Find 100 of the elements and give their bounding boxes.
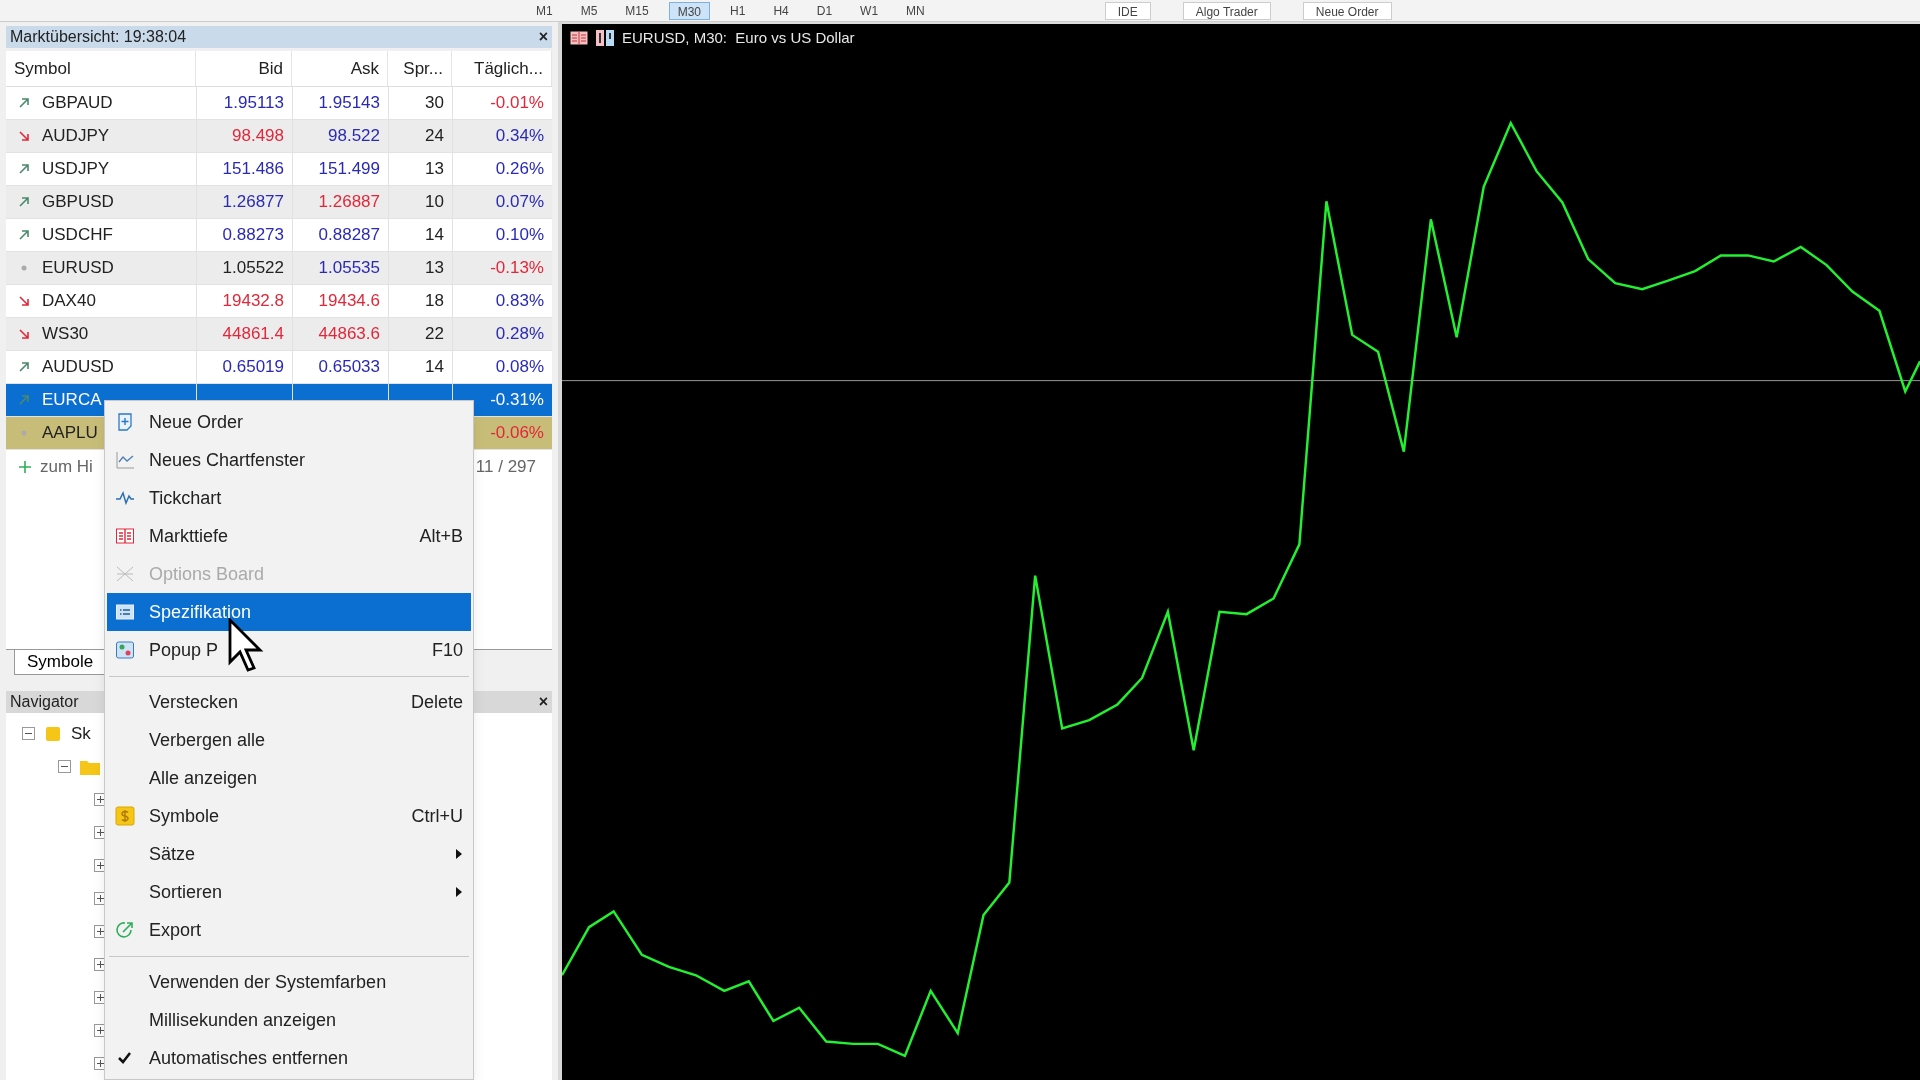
bid-cell-text: 151.486 [222,158,284,181]
menu-item[interactable]: Markttiefe Alt+B [107,517,471,555]
symbol-count: 11 / 297 [475,455,537,478]
change-cell-text: -0.01% [490,92,544,115]
toolbar-button[interactable]: Neue Order [1302,1,1392,20]
menu-item[interactable]: Neue Order [107,403,471,441]
column-header[interactable]: Spr... [388,51,452,86]
ask-cell-text: 1.95143 [318,92,380,115]
panel-tab[interactable]: Symbole [14,650,107,675]
spread-cell-text: 22 [425,323,444,346]
quote-row[interactable]: USDJPY 151.486 151.499 13 0.26% [6,153,552,186]
quote-row[interactable]: GBPUSD 1.26877 1.26887 10 0.07% [6,186,552,219]
timeframe-button[interactable]: M1 [528,1,561,20]
menu-item[interactable]: Verstecken Delete [107,683,471,721]
bid-cell-text: 1.05522 [222,257,284,280]
ask-cell-text: 98.522 [328,125,380,148]
spread-cell-text: 18 [425,290,444,313]
column-header[interactable]: Bid [196,51,292,86]
quote-row[interactable]: EURUSD 1.05522 1.05535 13 -0.13% [6,252,552,285]
export-icon [115,920,135,940]
bid-cell-text: 1.95113 [223,92,284,115]
quote-row[interactable]: WS30 44861.4 44863.6 22 0.28% [6,318,552,351]
list-icon [115,602,135,622]
change-cell-text: 0.28% [495,323,544,346]
add-symbol-link[interactable]: zum Hi [40,453,93,480]
ask-cell-text: 0.65033 [318,356,380,379]
panel-title: Navigator [10,692,79,712]
close-button[interactable]: × [538,694,548,710]
symbol-cell-text: DAX40 [42,290,96,313]
bid-cell-text: 1.26877 [222,191,284,214]
menu-item[interactable]: Sätze [107,835,471,873]
plus-icon [18,459,32,474]
symbol-cell-text: USDCHF [42,224,113,247]
table-icon [115,526,135,546]
ask-cell-text: 19434.6 [318,290,380,313]
bid-cell-text: 0.65019 [222,356,284,379]
toolbar-button[interactable]: Algo Trader [1182,1,1271,20]
close-button[interactable]: × [538,29,548,45]
column-header[interactable]: Ask [292,51,388,86]
change-cell-text: 0.83% [495,290,544,313]
timeframe-button[interactable]: M15 [617,1,657,20]
symbol-cell-text: WS30 [42,323,89,346]
column-header[interactable]: Symbol [6,51,196,86]
menu-item[interactable]: Verbergen alle [107,721,471,759]
timeframe-button[interactable]: D1 [808,1,841,20]
menu-item[interactable]: Automatisches entfernen [107,1039,471,1077]
menu-item[interactable]: Tickchart [107,479,471,517]
timeframe-button[interactable]: H4 [765,1,797,20]
change-cell-text: -0.13% [490,257,544,280]
menu-item[interactable]: Verwenden der Systemfarben [107,963,471,1001]
toolbar-button[interactable]: IDE [1104,1,1151,20]
shortcut-label: F10 [431,638,463,662]
panel-title: Marktübersicht: 19:38:04 [10,27,187,47]
submenu-arrow-icon [455,886,463,898]
symbol-cell-text: AUDJPY [42,125,110,148]
change-cell-text: 0.34% [495,125,544,148]
menu-item[interactable]: Millisekunden anzeigen [107,1001,471,1039]
dollar-icon [115,806,135,826]
spread-cell-text: 10 [425,191,444,214]
bid-cell-text: 19432.8 [222,290,284,313]
quote-row[interactable]: DAX40 19432.8 19434.6 18 0.83% [6,285,552,318]
tree-item[interactable]: Sk [71,720,91,747]
collapse-toggle[interactable] [58,760,71,773]
menu-item[interactable]: Sortieren [107,873,471,911]
quote-row[interactable]: AUDJPY 98.498 98.522 24 0.34% [6,120,552,153]
ask-cell-text: 1.05535 [318,257,380,280]
menu-item[interactable]: Spezifikation [107,593,471,631]
menu-item[interactable]: Neues Chartfenster [107,441,471,479]
shortcut-label: Alt+B [419,524,463,548]
quote-row[interactable]: GBPAUD 1.95113 1.95143 30 -0.01% [6,87,552,120]
ask-cell-text: 1.26887 [318,191,380,214]
bid-cell-text: 44861.4 [222,323,284,346]
chart-title: EURUSD, M30: Euro vs US Dollar [622,27,855,48]
menu-item[interactable]: Popup P F10 [107,631,471,669]
menu-item[interactable]: Alle anzeigen [107,759,471,797]
submenu-arrow-icon [455,848,463,860]
collapse-toggle[interactable] [22,727,35,740]
timeframe-button[interactable]: H1 [722,1,754,20]
quote-row[interactable]: USDCHF 0.88273 0.88287 14 0.10% [6,219,552,252]
menu-item[interactable]: Symbole Ctrl+U [107,797,471,835]
ask-cell-text: 0.88287 [318,224,380,247]
symbol-cell-text: EURCA [42,389,102,412]
ask-cell-text: 151.499 [318,158,380,181]
symbol-cell-text: GBPUSD [42,191,114,214]
table-icon [570,31,588,45]
change-cell-text: -0.06% [490,422,544,445]
timeframe-button[interactable]: W1 [852,1,887,20]
quote-row[interactable]: AUDUSD 0.65019 0.65033 14 0.08% [6,351,552,384]
ask-cell-text: 44863.6 [318,323,380,346]
chart-icon [596,30,614,46]
timeframe-button[interactable]: M30 [668,1,711,20]
menu-item[interactable]: Export [107,911,471,949]
column-header[interactable]: Täglich... [452,51,552,86]
timeframe-button[interactable]: M5 [572,1,606,20]
line-chart-icon [115,450,135,470]
shortcut-label: Ctrl+U [411,804,463,828]
timeframe-button[interactable]: MN [898,1,933,20]
change-cell-text: 0.10% [495,224,544,247]
change-cell-text: 0.26% [495,158,544,181]
spread-cell-text: 14 [425,356,444,379]
